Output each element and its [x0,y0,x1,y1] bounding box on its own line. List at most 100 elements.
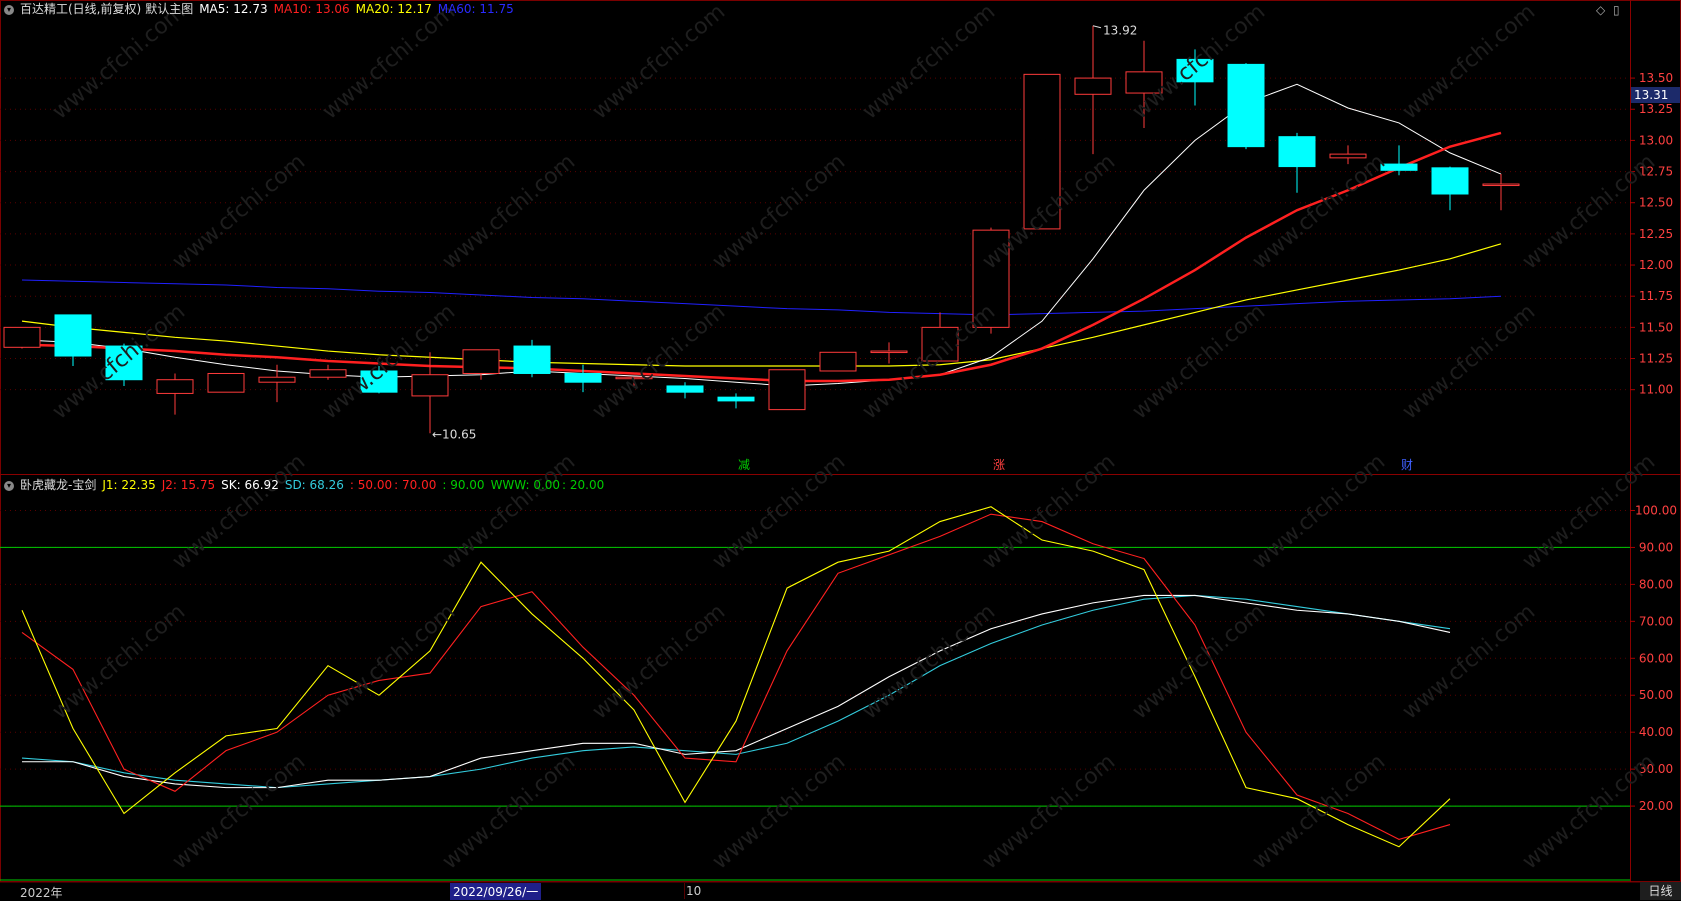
candle-body [1227,63,1265,148]
candle-body [1278,136,1316,168]
watermark-text: www.cfchi.com [1248,449,1390,574]
main-chart-header: ▾ 百达精工(日线,前复权) 默认主图 MA5: 12.73 MA10: 13.06 MA… [4,1,520,17]
date-cursor-label: 2022/09/26/一 [450,883,542,900]
candle-body [207,372,245,393]
ma60-line [21,279,1502,316]
high-annotation-label: 13.92 [1103,24,1137,38]
date-axis-bar [0,882,1681,901]
watermark-text: www.cfchi.com [1248,149,1390,274]
www-label: WWW: 0.00 [490,478,561,492]
candle-body [819,351,857,372]
c3-label: : 90.00 [442,478,485,492]
event-marker-27: 财 [1401,458,1413,472]
sub-y-tick-label: 80.00 [1639,577,1673,591]
watermark-text: www.cfchi.com [168,749,310,874]
main-y-tick-label: 12.25 [1639,227,1673,241]
watermark-text: www.cfchi.com [48,599,190,724]
watermark-text: www.cfchi.com [438,149,580,274]
watermark-text: www.cfchi.com [588,0,730,125]
ma5-label: MA5: 12.73 [199,2,268,16]
current-price-tag: 13.31 [1631,87,1680,103]
candle-body [156,379,194,394]
candle-body [54,314,92,357]
watermark-text: www.cfchi.com [1398,599,1540,724]
ma60-label: MA60: 11.75 [437,2,514,16]
c2-label: : 70.00 [394,478,437,492]
j1-label: J1: 22.35 [102,478,156,492]
main-y-tick-label: 11.25 [1639,352,1673,366]
candle-body [1074,77,1112,95]
candle-body [870,350,908,354]
watermark-text: www.cfchi.com [168,449,310,574]
sub-y-tick-label: 100.00 [1635,503,1677,517]
watermark-text: www.cfchi.com [588,599,730,724]
high-annotation-arrow [1092,25,1102,29]
main-y-tick-label: 12.50 [1639,196,1673,210]
event-marker-19: 涨 [993,457,1005,472]
c4-label: : 20.00 [562,478,605,492]
low-annotation-label: ←10.65 [432,427,476,441]
main-y-tick-label: 13.00 [1639,133,1673,147]
date-start-label: 2022年 [20,886,63,900]
main-y-tick-label: 13.25 [1639,102,1673,116]
watermark-text: www.cfchi.com [168,149,310,274]
sub-y-tick-label: 20.00 [1639,799,1673,813]
watermark-text: www.cfchi.com [858,299,1000,424]
main-y-tick-label: 13.50 [1639,71,1673,85]
watermark-text: www.cfchi.com [708,149,850,274]
candle-body [3,326,41,348]
candle-body [717,396,755,402]
chart-canvas: 11.0011.2511.5011.7512.0012.2512.5012.75… [0,0,1681,882]
main-y-tick-label: 11.00 [1639,383,1673,397]
period-tab[interactable]: 日线 [1640,882,1681,900]
watermark-text: www.cfchi.com [708,449,850,574]
watermark-text: www.cfchi.com [858,0,1000,125]
sub-chart-header: ▾ 卧虎藏龙-宝剑 J1: 22.35 J2: 15.75 SK: 66.92 SD: 6… [4,477,610,493]
watermark-text: www.cfchi.com [1248,749,1390,874]
watermark-text: www.cfchi.com [438,449,580,574]
ma10-label: MA10: 13.06 [273,2,350,16]
watermark-text: www.cfchi.com [858,599,1000,724]
candle-body [1329,153,1367,159]
sub-y-tick-label: 90.00 [1639,540,1673,554]
month-separator [684,883,685,899]
event-marker-14: 减 [738,458,750,472]
menu-circle-icon[interactable]: ▾ [4,4,14,15]
sub-y-tick-label: 70.00 [1639,614,1673,628]
watermark-text: www.cfchi.com [1398,0,1540,125]
watermark-text: www.cfchi.com [978,749,1120,874]
watermark-text: www.cfchi.com [438,749,580,874]
watermark-text: www.cfchi.com [48,0,190,125]
candle-body [411,374,449,397]
sub-y-tick-label: 50.00 [1639,688,1673,702]
main-y-tick-label: 12.00 [1639,258,1673,272]
candle-body [768,369,806,411]
watermark-text: www.cfchi.com [1398,299,1540,424]
sk-label: SK: 66.92 [221,478,279,492]
sub-y-tick-label: 60.00 [1639,651,1673,665]
candle-body [666,385,704,393]
sd-label: SD: 68.26 [284,478,344,492]
watermark-text: www.cfchi.com [1128,599,1270,724]
stock-title[interactable]: 百达精工(日线,前复权) [20,2,141,16]
diamond-icon[interactable]: ◇ [1596,3,1605,17]
candle-body [258,376,296,383]
candle-body [564,372,602,383]
main-chart-type[interactable]: 默认主图 [145,2,193,16]
candle-body [309,369,347,378]
date-month-label: 10 [686,884,702,898]
c1-label: : 50.00 [349,478,393,492]
indicator-title[interactable]: 卧虎藏龙-宝剑 [20,478,96,492]
candle-body [462,349,500,374]
sub-y-tick-label: 40.00 [1639,725,1673,739]
window-icon[interactable]: ▯ [1613,3,1620,17]
main-y-tick-label: 11.75 [1639,289,1673,303]
candle-body [513,345,551,374]
watermark-text: www.cfchi.com [588,299,730,424]
sub-menu-circle-icon[interactable]: ▾ [4,480,14,491]
watermark-text: www.cfchi.com [318,0,460,125]
watermark-text: www.cfchi.com [1128,299,1270,424]
ma20-label: MA20: 12.17 [355,2,432,16]
watermark-text: www.cfchi.com [1518,149,1660,274]
candle-body [1482,183,1520,187]
